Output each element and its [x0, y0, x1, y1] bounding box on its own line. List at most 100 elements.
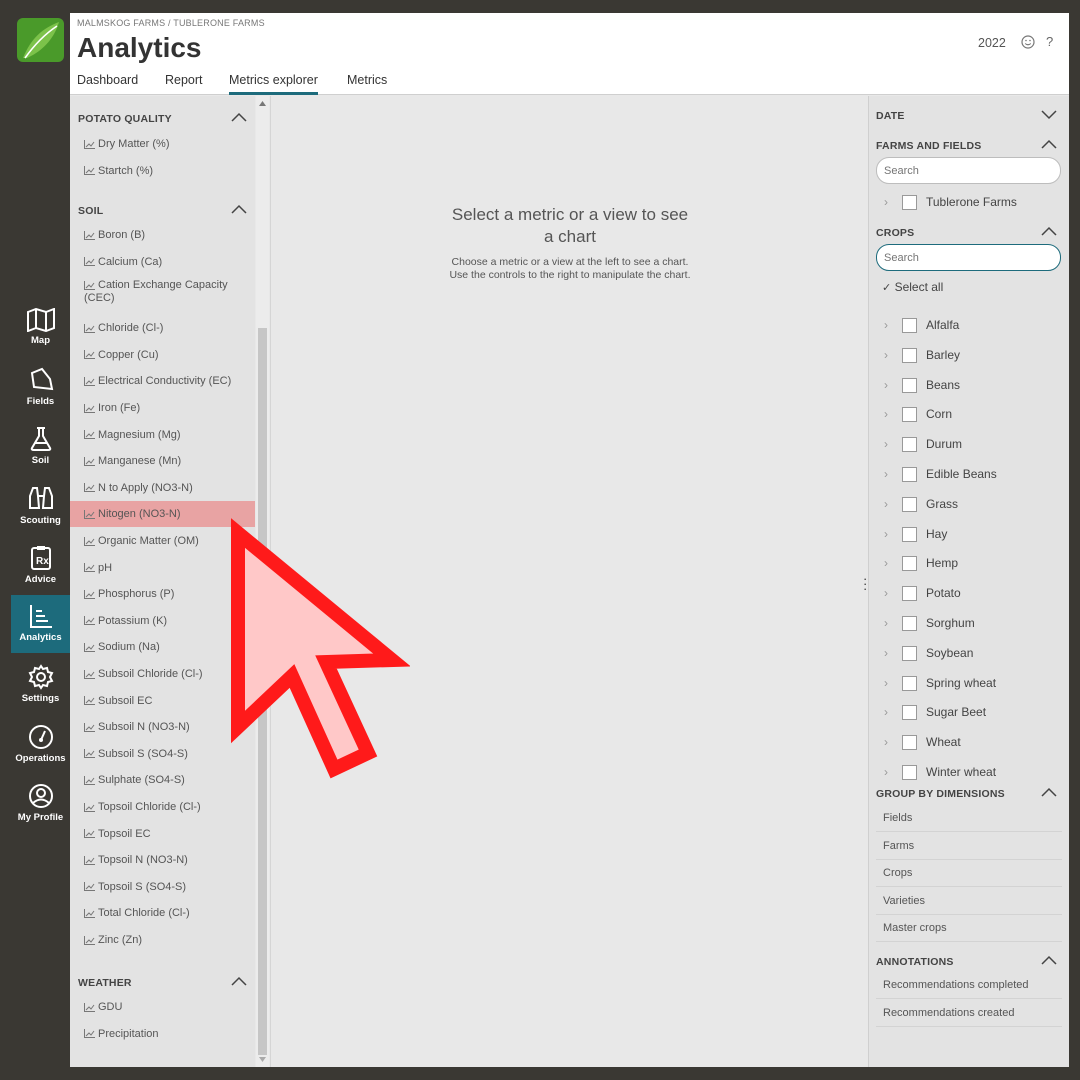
- tab-metrics[interactable]: Metrics: [347, 73, 387, 95]
- crop-item[interactable]: › Wheat: [869, 729, 1070, 759]
- chevron-up-icon[interactable]: [1041, 787, 1057, 797]
- crop-checkbox[interactable]: [902, 347, 917, 363]
- farms-search-input[interactable]: [876, 157, 1061, 184]
- chevron-right-icon[interactable]: ›: [884, 348, 888, 362]
- crop-item[interactable]: › Spring wheat: [869, 670, 1070, 700]
- metric-item[interactable]: Topsoil Chloride (Cl-): [70, 794, 255, 820]
- nav-scouting[interactable]: Scouting: [11, 478, 70, 536]
- metric-item[interactable]: Topsoil N (NO3-N): [70, 847, 255, 873]
- group-dimension-item[interactable]: Varieties: [876, 888, 1062, 915]
- metric-item[interactable]: Electrical Conductivity (EC): [70, 368, 255, 394]
- crop-item[interactable]: › Soybean: [869, 640, 1070, 670]
- farm-checkbox[interactable]: [902, 195, 917, 210]
- chevron-right-icon[interactable]: ›: [884, 467, 888, 481]
- nav-analytics[interactable]: Analytics: [11, 595, 70, 653]
- tab-dashboard[interactable]: Dashboard: [77, 73, 138, 95]
- metric-item[interactable]: N to Apply (NO3-N): [70, 475, 255, 501]
- crop-item[interactable]: › Hemp: [869, 550, 1070, 580]
- feedback-smiley-icon[interactable]: [1021, 35, 1035, 49]
- crop-item[interactable]: › Corn: [869, 401, 1070, 431]
- crop-checkbox[interactable]: [902, 645, 917, 661]
- crop-item[interactable]: › Winter wheat: [869, 759, 1070, 789]
- chevron-right-icon[interactable]: ›: [884, 195, 888, 209]
- metric-item[interactable]: Chloride (Cl-): [70, 315, 255, 341]
- crop-checkbox[interactable]: [902, 556, 917, 572]
- crop-item[interactable]: › Durum: [869, 431, 1070, 461]
- crop-checkbox[interactable]: [902, 496, 917, 512]
- nav-my-profile[interactable]: My Profile: [11, 775, 70, 833]
- chevron-right-icon[interactable]: ›: [884, 616, 888, 630]
- group-dimension-item[interactable]: Master crops: [876, 915, 1062, 942]
- chevron-up-icon[interactable]: [1041, 139, 1057, 149]
- crop-checkbox[interactable]: [902, 765, 917, 780]
- chevron-up-icon[interactable]: [231, 976, 247, 986]
- crop-checkbox[interactable]: [902, 616, 917, 631]
- group-dimension-item[interactable]: Crops: [876, 860, 1062, 887]
- metric-item[interactable]: Total Chloride (Cl-): [70, 900, 255, 926]
- crop-checkbox[interactable]: [902, 735, 917, 751]
- crop-item[interactable]: › Grass: [869, 491, 1070, 521]
- chevron-right-icon[interactable]: ›: [884, 676, 888, 690]
- chevron-right-icon[interactable]: ›: [884, 497, 888, 511]
- crop-item[interactable]: › Hay: [869, 521, 1070, 551]
- crop-item[interactable]: › Beans: [869, 372, 1070, 402]
- crop-item[interactable]: › Sorghum: [869, 610, 1070, 640]
- crop-checkbox[interactable]: [902, 675, 917, 691]
- crops-search-input[interactable]: [876, 244, 1061, 271]
- crop-checkbox[interactable]: [902, 467, 917, 482]
- chevron-up-icon[interactable]: [1041, 955, 1057, 965]
- metric-item[interactable]: Magnesium (Mg): [70, 422, 255, 448]
- chevron-up-icon[interactable]: [231, 204, 247, 214]
- metric-item[interactable]: Copper (Cu): [70, 342, 255, 368]
- metric-item[interactable]: Iron (Fe): [70, 395, 255, 421]
- crop-checkbox[interactable]: [902, 407, 917, 423]
- crop-item[interactable]: › Potato: [869, 580, 1070, 610]
- tab-metrics-explorer[interactable]: Metrics explorer: [229, 73, 318, 95]
- crop-checkbox[interactable]: [902, 526, 917, 542]
- group-dimension-item[interactable]: Farms: [876, 833, 1062, 860]
- chevron-right-icon[interactable]: ›: [884, 705, 888, 719]
- metric-item[interactable]: Calcium (Ca): [70, 249, 255, 275]
- metric-item[interactable]: GDU: [70, 994, 255, 1020]
- crop-checkbox[interactable]: [902, 705, 917, 721]
- year-selector[interactable]: 2022: [978, 36, 1006, 50]
- chevron-right-icon[interactable]: ›: [884, 556, 888, 570]
- nav-operations[interactable]: Operations: [11, 716, 70, 774]
- chevron-right-icon[interactable]: ›: [884, 735, 888, 749]
- select-all-button[interactable]: ✓ Select all: [882, 280, 943, 294]
- metric-item[interactable]: Cation Exchange Capacity (CEC): [70, 275, 255, 305]
- help-icon[interactable]: ?: [1046, 34, 1053, 49]
- crop-item[interactable]: › Sugar Beet: [869, 699, 1070, 729]
- chevron-right-icon[interactable]: ›: [884, 407, 888, 421]
- crop-item[interactable]: › Edible Beans: [869, 461, 1070, 491]
- chevron-right-icon[interactable]: ›: [884, 318, 888, 332]
- farm-item[interactable]: › Tublerone Farms: [869, 189, 1070, 219]
- chevron-right-icon[interactable]: ›: [884, 437, 888, 451]
- chevron-up-icon[interactable]: [1041, 226, 1057, 236]
- crop-checkbox[interactable]: [902, 377, 917, 393]
- crop-checkbox[interactable]: [902, 318, 917, 333]
- chevron-right-icon[interactable]: ›: [884, 586, 888, 600]
- metric-item[interactable]: Dry Matter (%): [70, 131, 255, 157]
- crop-item[interactable]: › Barley: [869, 342, 1070, 372]
- chevron-right-icon[interactable]: ›: [884, 378, 888, 392]
- chevron-down-icon[interactable]: [1041, 110, 1057, 120]
- scroll-down-icon[interactable]: [259, 1057, 266, 1062]
- nav-map[interactable]: Map: [11, 300, 70, 358]
- chevron-right-icon[interactable]: ›: [884, 646, 888, 660]
- nav-soil[interactable]: Soil: [11, 418, 70, 476]
- annotation-item[interactable]: Recommendations created: [876, 1000, 1062, 1027]
- crop-item[interactable]: › Alfalfa: [869, 312, 1070, 342]
- metric-item[interactable]: Boron (B): [70, 222, 255, 248]
- nav-advice[interactable]: Rx Advice: [11, 537, 70, 595]
- metric-item[interactable]: Topsoil EC: [70, 821, 255, 847]
- metric-item[interactable]: Precipitation: [70, 1021, 255, 1047]
- chevron-right-icon[interactable]: ›: [884, 527, 888, 541]
- chevron-right-icon[interactable]: ›: [884, 765, 888, 779]
- crop-checkbox[interactable]: [902, 586, 917, 602]
- group-dimension-item[interactable]: Fields: [876, 805, 1062, 832]
- nav-fields[interactable]: Fields: [11, 359, 70, 417]
- metric-item[interactable]: Zinc (Zn): [70, 927, 255, 953]
- nav-settings[interactable]: Settings: [11, 656, 70, 714]
- scroll-up-icon[interactable]: [259, 101, 266, 106]
